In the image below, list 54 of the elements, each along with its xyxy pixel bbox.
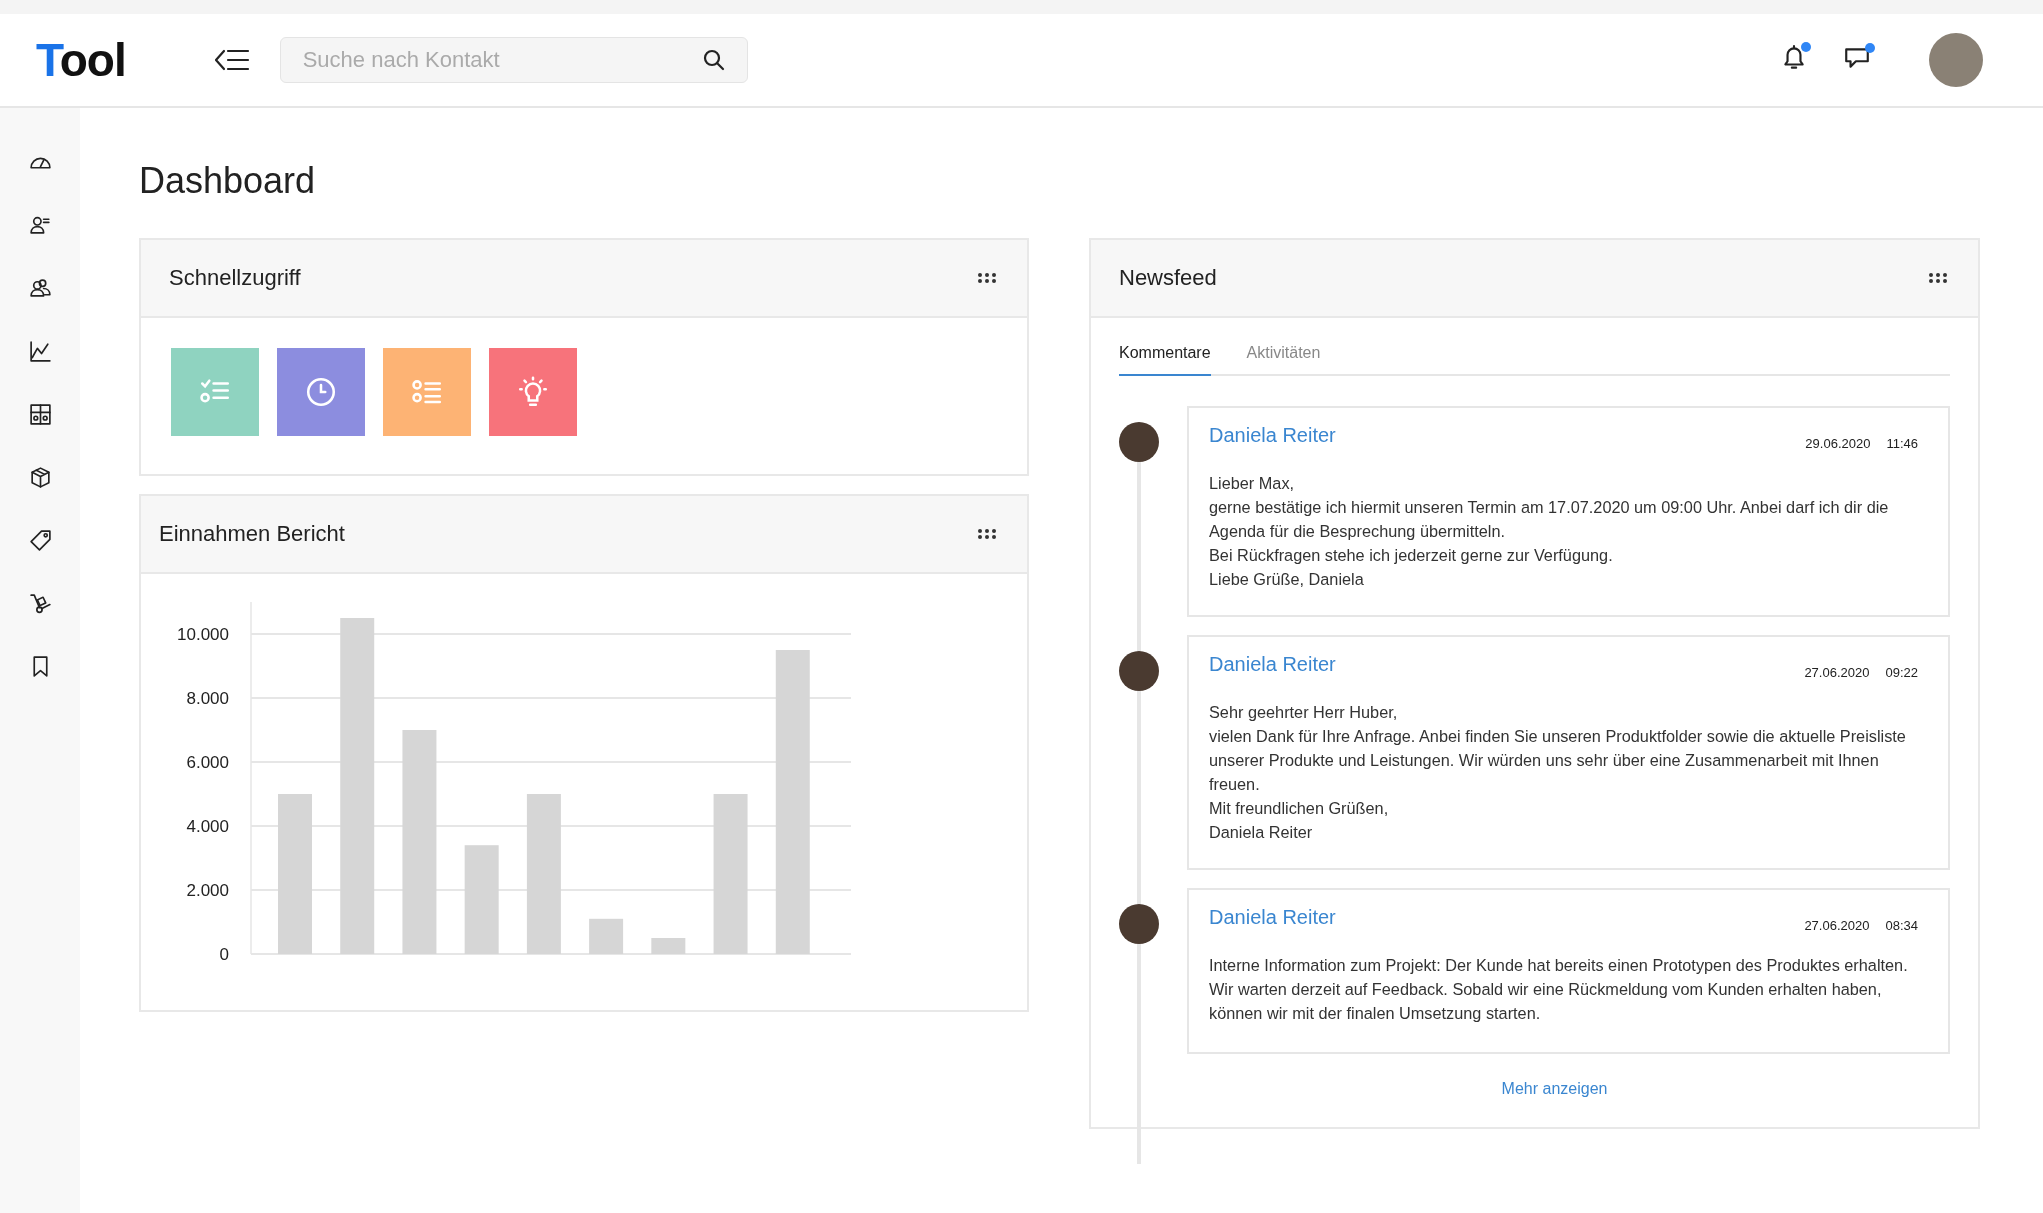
axis-label: 10.000 bbox=[177, 625, 229, 644]
grid-panel-icon[interactable] bbox=[27, 402, 53, 427]
card-title: Schnellzugriff bbox=[169, 265, 301, 291]
chat-bubble-icon[interactable] bbox=[1843, 45, 1871, 71]
more-options-icon[interactable] bbox=[1928, 272, 1948, 284]
card-title: Newsfeed bbox=[1119, 265, 1217, 291]
comment-text: Bei Rückfragen stehe ich jederzeit gerne zur Verfügung. bbox=[1209, 545, 1614, 566]
tab[interactable]: Kommentare bbox=[1119, 344, 1211, 376]
search-icon[interactable] bbox=[701, 48, 726, 72]
comment-time: 11:46 bbox=[1886, 436, 1918, 451]
comment-text: Sehr geehrter Herr Huber, bbox=[1209, 702, 1399, 723]
card-title: Einnahmen Bericht bbox=[159, 521, 345, 547]
lightbulb-icon bbox=[516, 375, 550, 409]
tab[interactable]: Aktivitäten bbox=[1246, 344, 1321, 376]
quick-access-tile[interactable] bbox=[171, 348, 259, 436]
comment-text: Liebe Grüße, Daniela bbox=[1209, 569, 1365, 590]
clock-icon bbox=[304, 375, 338, 409]
tag-icon[interactable] bbox=[27, 528, 53, 553]
comment-text: Interne Information zum Projekt: Der Kunde hat bereits einen Prototypen des Produktes erhalten. Wir warten derzeit auf Feedback. Sobald wir eine Rückmeldung vom Kunden erhalten haben, können wir mit der finalen Umsetzung starten. bbox=[1209, 955, 1909, 1024]
comment-date: 29.06.2020 bbox=[1805, 436, 1871, 451]
comment-text: Lieber Max, bbox=[1209, 473, 1296, 494]
comment-text: Daniela Reiter bbox=[1209, 822, 1314, 843]
author-link[interactable]: Daniela Reiter bbox=[1209, 906, 1336, 933]
axis-label: 6.000 bbox=[186, 753, 229, 772]
avatar-placeholder bbox=[1119, 904, 1159, 944]
line-chart-icon[interactable] bbox=[27, 339, 53, 364]
page-title: Dashboard bbox=[139, 159, 317, 203]
axis-label: 0 bbox=[219, 945, 229, 964]
comment-date: 27.06.2020 bbox=[1804, 918, 1870, 933]
collapse-menu-icon[interactable] bbox=[213, 47, 250, 73]
bell-icon[interactable] bbox=[1781, 44, 1807, 72]
comment-date: 27.06.2020 bbox=[1804, 665, 1870, 680]
author-link[interactable]: Daniela Reiter bbox=[1209, 653, 1336, 680]
axis-label: 8.000 bbox=[186, 689, 229, 708]
avatar-placeholder bbox=[1119, 651, 1159, 691]
more-options-icon[interactable] bbox=[977, 528, 997, 540]
comment-text: vielen Dank für Ihre Anfrage. Anbei finden Sie unseren Produktfolder sowie die aktuelle Preisliste unserer Produkte und Leistungen. Wir würden uns sehr über eine Zusammenarbeit mit Ihnen freuen. bbox=[1209, 726, 1907, 795]
comment-time: 08:34 bbox=[1885, 918, 1918, 933]
comment-time: 09:22 bbox=[1885, 665, 1918, 680]
comment-text: gerne bestätige ich hiermit unseren Termin am 17.07.2020 um 09:00 Uhr. Anbei darf ich dir die Agenda für die Besprechung übermitteln. bbox=[1209, 497, 1890, 542]
quick-access-tile[interactable] bbox=[277, 348, 365, 436]
comment-text: Mit freundlichen Grüßen, bbox=[1209, 798, 1390, 819]
hand-truck-icon[interactable] bbox=[27, 591, 53, 616]
axis-label: 4.000 bbox=[186, 817, 229, 836]
show-more-link[interactable]: Mehr anzeigen bbox=[1501, 1080, 1608, 1098]
avatar-placeholder bbox=[1119, 422, 1159, 462]
axis-label: 2.000 bbox=[186, 881, 229, 900]
author-link[interactable]: Daniela Reiter bbox=[1209, 424, 1336, 451]
search-field[interactable]: Suche nach Kontakt bbox=[279, 37, 748, 83]
more-options-icon[interactable] bbox=[977, 272, 997, 284]
user-avatar[interactable] bbox=[1929, 33, 1983, 87]
quick-access-tile[interactable] bbox=[383, 348, 471, 436]
quick-access-tile[interactable] bbox=[489, 348, 577, 436]
logo: Tool bbox=[36, 33, 126, 87]
